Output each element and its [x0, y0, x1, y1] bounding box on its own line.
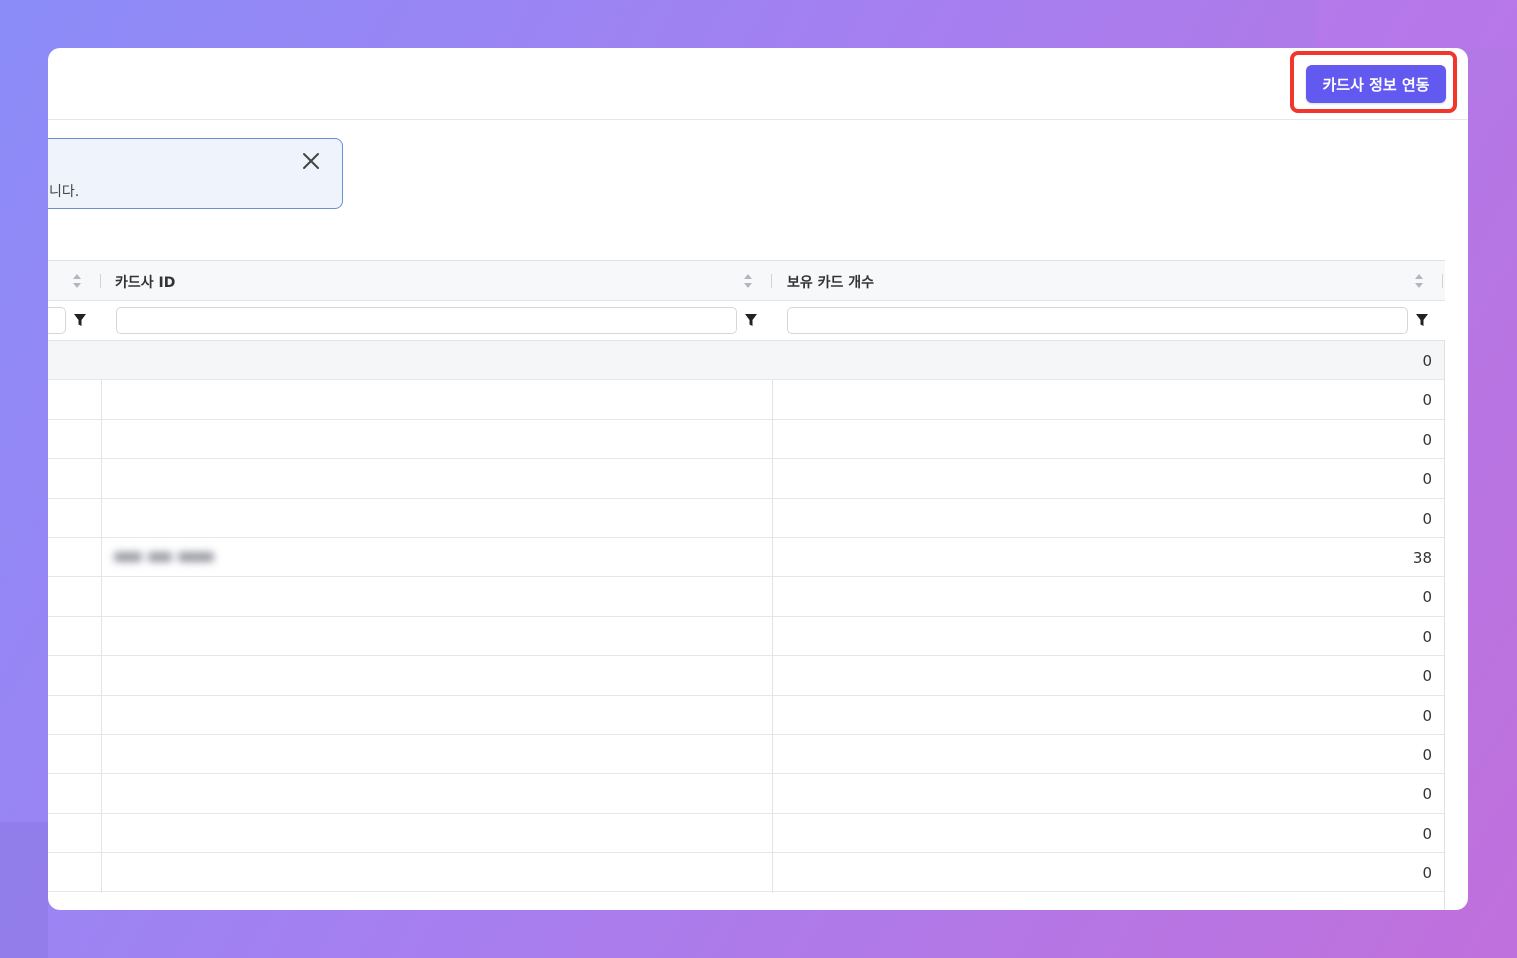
card-count-cell: 0 [1422, 588, 1432, 607]
table-row[interactable]: 0 [48, 499, 1444, 538]
filter-icon[interactable] [73, 313, 87, 327]
table-row[interactable]: 38 [48, 538, 1444, 578]
table-row[interactable]: 0 [48, 617, 1444, 657]
table-row[interactable]: 0 [48, 380, 1444, 420]
close-icon[interactable] [299, 149, 323, 173]
card-count-cell: 0 [1422, 391, 1432, 410]
card-count-cell: 0 [1422, 706, 1432, 725]
card-count-cell: 0 [1422, 430, 1432, 449]
card-count-cell: 0 [1422, 864, 1432, 883]
info-notice: 니다. [48, 138, 343, 209]
table-row[interactable]: 0 [48, 577, 1444, 617]
column-separator [100, 274, 101, 288]
table-filter-row [48, 301, 1445, 341]
column-header-card-company-id[interactable]: 카드사 ID [115, 272, 175, 292]
table-row[interactable]: 0 [48, 696, 1444, 735]
table-row[interactable]: 0 [48, 656, 1444, 696]
card-company-link-button[interactable]: 카드사 정보 연동 [1306, 65, 1446, 103]
notice-text: 니다. [49, 184, 80, 200]
card-count-cell: 0 [1422, 627, 1432, 646]
column-separator [1442, 274, 1443, 288]
card-count-cell: 0 [1422, 745, 1432, 764]
filter-icon[interactable] [1415, 313, 1429, 327]
background-accent [1316, 0, 1517, 48]
panel-header: 카드사 정보 연동 [48, 48, 1468, 120]
card-count-cell: 0 [1422, 470, 1432, 489]
table-row[interactable]: 0 [48, 459, 1444, 499]
column-separator [771, 274, 772, 288]
filter-icon[interactable] [744, 313, 758, 327]
filter-input-card-count[interactable] [787, 307, 1408, 334]
table-row[interactable]: 0 [48, 853, 1444, 893]
main-panel: 카드사 정보 연동 니다. 카드사 ID 보유 카드 개수 0 0 0 0 0 … [48, 48, 1468, 910]
table-row[interactable]: 0 [48, 814, 1444, 854]
card-count-cell: 0 [1422, 352, 1432, 370]
sort-icon[interactable] [743, 273, 753, 289]
card-count-cell: 0 [1422, 824, 1432, 843]
sort-icon[interactable] [72, 273, 82, 289]
card-count-cell: 0 [1422, 509, 1432, 528]
table-header-row: 카드사 ID 보유 카드 개수 [48, 261, 1445, 301]
table-row[interactable]: 0 [48, 420, 1444, 460]
filter-input-card-company-id[interactable] [116, 307, 737, 334]
table-body: 0 0 0 0 0 38 0 0 0 0 0 0 0 0 [48, 341, 1444, 893]
card-count-cell: 0 [1422, 667, 1432, 686]
table-row[interactable]: 0 [48, 341, 1444, 381]
table-row[interactable]: 0 [48, 735, 1444, 775]
card-count-cell: 0 [1422, 785, 1432, 804]
table-row[interactable]: 0 [48, 774, 1444, 814]
redacted-card-company-id [114, 547, 224, 567]
sort-icon[interactable] [1414, 273, 1424, 289]
column-header-card-count[interactable]: 보유 카드 개수 [787, 272, 874, 292]
filter-input-first[interactable] [48, 307, 66, 334]
background-accent [0, 822, 48, 958]
card-company-table: 카드사 ID 보유 카드 개수 0 0 0 0 0 38 0 0 0 0 0 0… [48, 260, 1445, 910]
card-count-cell: 38 [1412, 548, 1432, 567]
